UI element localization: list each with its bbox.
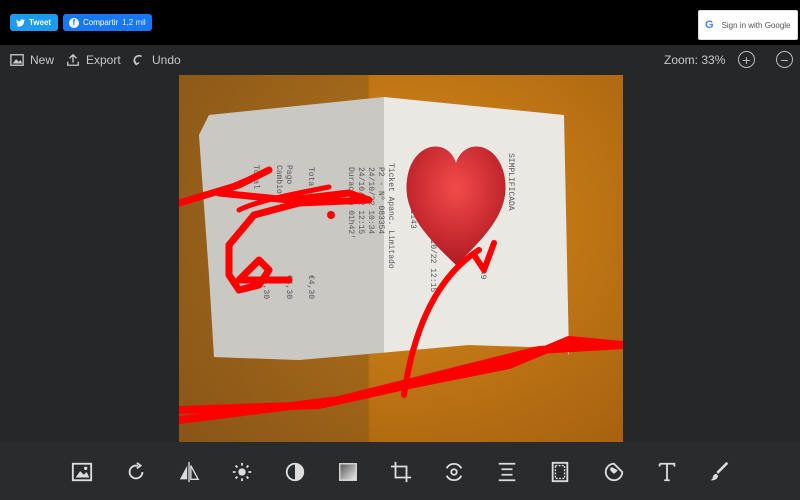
crop-icon [390,461,412,483]
sticker-tool-button[interactable] [601,459,627,485]
contrast-icon [285,462,305,482]
undo-icon [133,54,143,66]
google-signin-button[interactable]: G Sign in with Google [698,10,798,40]
google-signin-label: Sign in with Google [721,20,791,30]
facebook-share-button[interactable]: f Compartir 1,2 mil [63,14,152,31]
share-count: 1,2 mil [122,18,146,27]
new-label: New [30,53,55,67]
gradient-icon [339,463,357,481]
google-icon: G [705,19,714,31]
svg-text:Cambio: Cambio [274,165,283,194]
image-tool-button[interactable] [69,459,95,485]
zoom-out-button[interactable]: − [776,51,793,68]
plus-icon: + [742,51,751,68]
rotate-tool-button[interactable] [123,459,149,485]
svg-text:P2 - Nº 083354: P2 - Nº 083354 [376,167,385,234]
undo-label: Undo [152,53,181,67]
gradient-tool-button[interactable] [335,459,361,485]
flip-icon [179,461,200,483]
perspective-tool-button[interactable] [441,459,467,485]
editor-toolbar: New Export Undo Zoom: 33% + − [0,45,800,75]
photo-drawing: SIMPLIFICADA 24/10/22 12:15 Ticket Apanc… [179,75,623,442]
undo-button[interactable]: Undo [132,45,181,75]
upload-icon [67,53,79,66]
frame-icon [551,461,569,483]
twitter-bird-icon [16,18,25,27]
tweet-label: Tweet [29,18,52,27]
brush-tool-button[interactable] [707,459,733,485]
brightness-icon [232,462,252,482]
rotate-icon [128,462,144,480]
image-icon [10,54,24,66]
align-icon [498,462,516,482]
perspective-icon [445,462,463,482]
social-bar: Tweet f Compartir 1,2 mil G Sign in with… [0,0,800,45]
svg-text:SIMPLIFICADA: SIMPLIFICADA [506,153,515,211]
text-tool-button[interactable] [654,459,680,485]
text-icon [658,462,676,482]
image-icon [71,462,93,482]
brush-icon [710,461,729,481]
frame-tool-button[interactable] [547,459,573,485]
canvas-area: SIMPLIFICADA 24/10/22 12:15 Ticket Apanc… [0,75,800,442]
export-label: Export [86,53,121,67]
tweet-button[interactable]: Tweet [10,14,59,31]
zoom-level: Zoom: 33% [664,53,726,67]
svg-text:€4,30: €4,30 [306,275,315,299]
new-button[interactable]: New [10,45,54,75]
export-button[interactable]: Export [66,45,121,75]
sticker-icon [604,462,624,482]
share-label: Compartir [83,18,119,27]
photo-canvas[interactable]: SIMPLIFICADA 24/10/22 12:15 Ticket Apanc… [179,75,623,442]
minus-icon: − [780,51,789,68]
align-tool-button[interactable] [494,459,520,485]
facebook-icon: f [69,17,79,28]
svg-text:Ticket Apanc. Limitado: Ticket Apanc. Limitado [386,163,395,269]
svg-text:Pago: Pago [284,165,293,184]
brightness-tool-button[interactable] [229,459,255,485]
bottom-toolbar [0,442,800,500]
zoom-in-button[interactable]: + [738,51,755,68]
contrast-tool-button[interactable] [282,459,308,485]
flip-tool-button[interactable] [176,459,202,485]
crop-tool-button[interactable] [388,459,414,485]
